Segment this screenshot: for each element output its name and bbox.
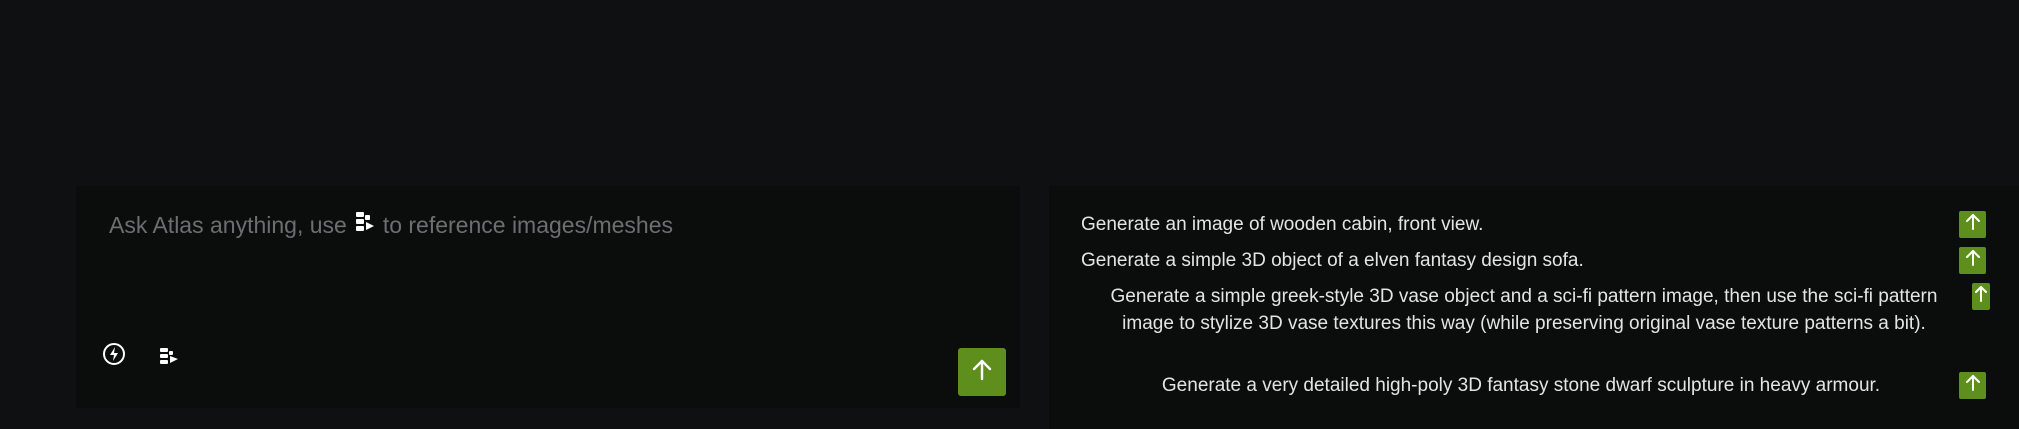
reference-button[interactable]: [154, 343, 184, 373]
arrow-up-icon: [1965, 249, 1981, 272]
suggestion-submit-button[interactable]: [1972, 283, 1990, 310]
arrow-up-icon: [1965, 213, 1981, 236]
page: Ask Atlas anything, use to reference ima…: [0, 0, 2019, 429]
arrow-up-icon: [1965, 374, 1981, 397]
send-button[interactable]: [958, 348, 1006, 396]
image-mesh-reference-icon: [355, 211, 375, 233]
suggestion-item[interactable]: Generate an image of wooden cabin, front…: [1081, 211, 1971, 238]
suggestions-panel: Generate an image of wooden cabin, front…: [1049, 186, 2019, 429]
image-mesh-reference-icon: [158, 345, 180, 372]
suggestion-item[interactable]: Generate a very detailed high-poly 3D fa…: [1101, 372, 1941, 399]
placeholder-text-after: to reference images/meshes: [382, 212, 674, 238]
chat-input-placeholder[interactable]: Ask Atlas anything, use to reference ima…: [109, 211, 674, 239]
arrow-up-icon: [1975, 285, 1987, 308]
suggestion-item[interactable]: Generate a simple greek-style 3D vase ob…: [1084, 283, 1964, 337]
placeholder-text-before: Ask Atlas anything, use: [109, 212, 347, 238]
suggestion-submit-button[interactable]: [1959, 372, 1986, 399]
lightning-circle-icon: [102, 342, 126, 371]
chat-input-panel[interactable]: Ask Atlas anything, use to reference ima…: [76, 186, 1020, 408]
mode-toggle-button[interactable]: [99, 341, 129, 371]
suggestion-submit-button[interactable]: [1959, 211, 1986, 238]
suggestion-submit-button[interactable]: [1959, 247, 1986, 274]
suggestion-item[interactable]: Generate a simple 3D object of a elven f…: [1081, 247, 1971, 274]
arrow-up-icon: [971, 358, 993, 387]
